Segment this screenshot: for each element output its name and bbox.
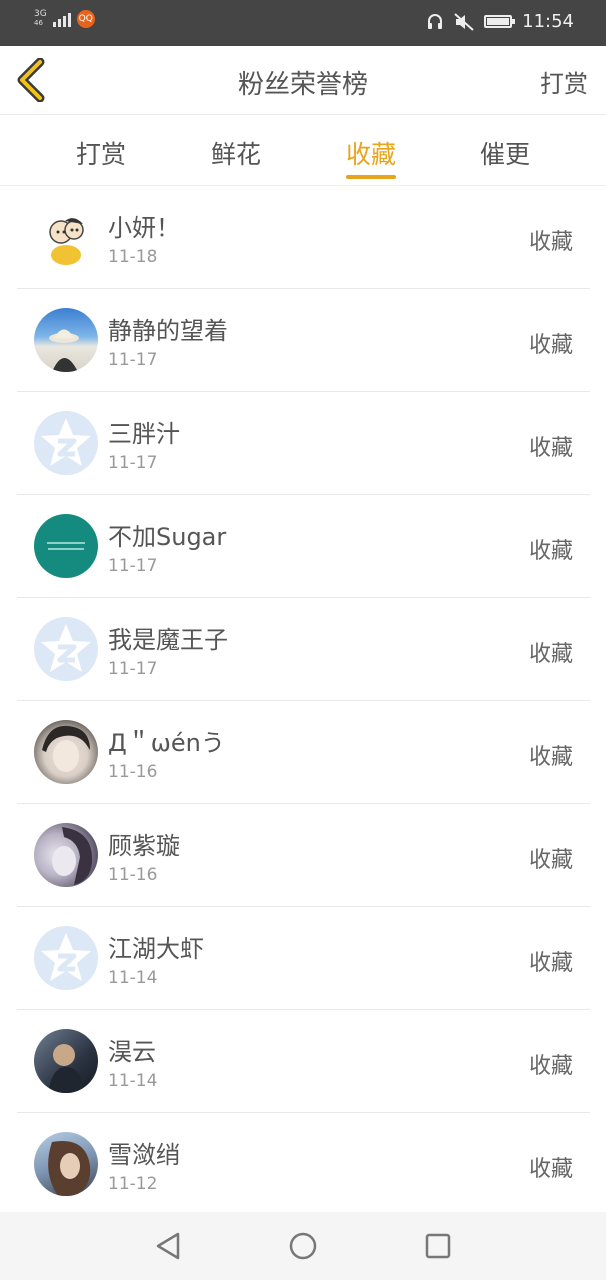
headset-icon <box>428 13 443 29</box>
fan-action: 收藏 <box>528 333 573 358</box>
fan-name: 淏云 <box>108 1038 156 1066</box>
system-nav-bar <box>0 1212 606 1280</box>
fan-date: 11-17 <box>108 556 158 576</box>
app-notification-icon: QQ <box>76 10 95 28</box>
status-right: 11:54 <box>426 11 574 32</box>
mute-icon <box>454 12 474 31</box>
fan-date: 11-17 <box>108 350 158 370</box>
beach-hat-photo-avatar <box>34 308 98 372</box>
fan-name: 我是魔王子 <box>108 626 228 654</box>
fan-action: 收藏 <box>528 745 573 770</box>
list-item[interactable]: 江湖大虾 11-14 收藏 <box>17 907 590 1010</box>
portrait-photo-avatar <box>34 1132 98 1196</box>
square-recents-icon <box>425 1233 451 1259</box>
status-bar: 3G 46 QQ 11:54 <box>0 0 606 46</box>
default-star-avatar <box>34 617 98 681</box>
list-item[interactable]: 不加Sugar 11-17 收藏 <box>17 495 590 598</box>
fan-list: 小妍！ 11-18 收藏 静静的望着 11-17 收藏 三胖汁 11-17 收藏… <box>17 186 590 1216</box>
circle-home-icon <box>289 1232 317 1260</box>
tab-bar: 打赏 鲜花 收藏 催更 <box>0 115 606 186</box>
cartoon-couple-avatar <box>34 205 98 269</box>
tab-label: 打赏 <box>75 140 126 169</box>
network-sub: 46 <box>34 19 43 27</box>
tab-label: 鲜花 <box>210 140 261 169</box>
fan-date: 11-12 <box>108 1174 158 1194</box>
list-item[interactable]: 小妍！ 11-18 收藏 <box>17 186 590 289</box>
clock: 11:54 <box>522 11 574 32</box>
nav-home-button[interactable] <box>285 1228 321 1264</box>
tab-reward[interactable]: 打赏 <box>61 135 141 171</box>
fan-action: 收藏 <box>528 539 573 564</box>
fan-name: Д＂ωénう <box>108 729 225 757</box>
portrait-photo-avatar <box>34 823 98 887</box>
active-tab-indicator <box>346 175 396 179</box>
fan-action: 收藏 <box>528 230 573 255</box>
fan-action: 收藏 <box>528 951 573 976</box>
teal-text-avatar <box>34 514 98 578</box>
fan-action: 收藏 <box>528 436 573 461</box>
fan-date: 11-16 <box>108 762 158 782</box>
tab-label: 收藏 <box>345 140 396 169</box>
nav-recents-button[interactable] <box>420 1228 456 1264</box>
reward-button[interactable]: 打赏 <box>540 64 588 99</box>
fan-name: 顾紫璇 <box>108 832 180 860</box>
fan-date: 11-16 <box>108 865 158 885</box>
list-item[interactable]: 三胖汁 11-17 收藏 <box>17 392 590 495</box>
fan-name: 雪潋绡 <box>108 1141 180 1169</box>
fan-date: 11-17 <box>108 453 158 473</box>
fan-action: 收藏 <box>528 1157 573 1182</box>
fan-action: 收藏 <box>528 848 573 873</box>
triangle-back-icon <box>156 1232 180 1260</box>
list-item[interactable]: 淏云 11-14 收藏 <box>17 1010 590 1113</box>
tab-flowers[interactable]: 鲜花 <box>196 135 276 171</box>
fan-date: 11-14 <box>108 968 158 988</box>
battery-icon <box>484 15 516 28</box>
fan-date: 11-18 <box>108 247 158 267</box>
page-title: 粉丝荣誉榜 <box>237 70 368 100</box>
signal-icon <box>52 11 71 27</box>
tab-urge-update[interactable]: 催更 <box>465 135 545 171</box>
tab-label: 催更 <box>479 140 530 169</box>
portrait-photo-avatar <box>34 1029 98 1093</box>
tab-favorites[interactable]: 收藏 <box>331 135 411 179</box>
default-star-avatar <box>34 411 98 475</box>
fan-name: 静静的望着 <box>108 317 228 345</box>
fan-action: 收藏 <box>528 642 573 667</box>
app-header: 粉丝荣誉榜 打赏 <box>0 46 606 115</box>
app-notification-label: QQ <box>78 14 93 24</box>
list-item[interactable]: 静静的望着 11-17 收藏 <box>17 289 590 392</box>
list-item[interactable]: 我是魔王子 11-17 收藏 <box>17 598 590 701</box>
fan-name: 江湖大虾 <box>108 935 204 963</box>
fan-date: 11-17 <box>108 659 158 679</box>
list-item[interactable]: 雪潋绡 11-12 收藏 <box>17 1113 590 1216</box>
nav-back-button[interactable] <box>150 1228 186 1264</box>
fan-name: 三胖汁 <box>108 420 180 448</box>
list-item[interactable]: 顾紫璇 11-16 收藏 <box>17 804 590 907</box>
list-item[interactable]: Д＂ωénう 11-16 收藏 <box>17 701 590 804</box>
portrait-photo-avatar <box>34 720 98 784</box>
status-left: 3G 46 QQ <box>34 10 95 28</box>
fan-name: 不加Sugar <box>108 523 227 551</box>
default-star-avatar <box>34 926 98 990</box>
network-indicator: 3G 46 <box>34 10 47 28</box>
fan-name: 小妍！ <box>108 214 180 242</box>
fan-action: 收藏 <box>528 1054 573 1079</box>
fan-date: 11-14 <box>108 1071 158 1091</box>
network-type: 3G <box>34 9 47 19</box>
